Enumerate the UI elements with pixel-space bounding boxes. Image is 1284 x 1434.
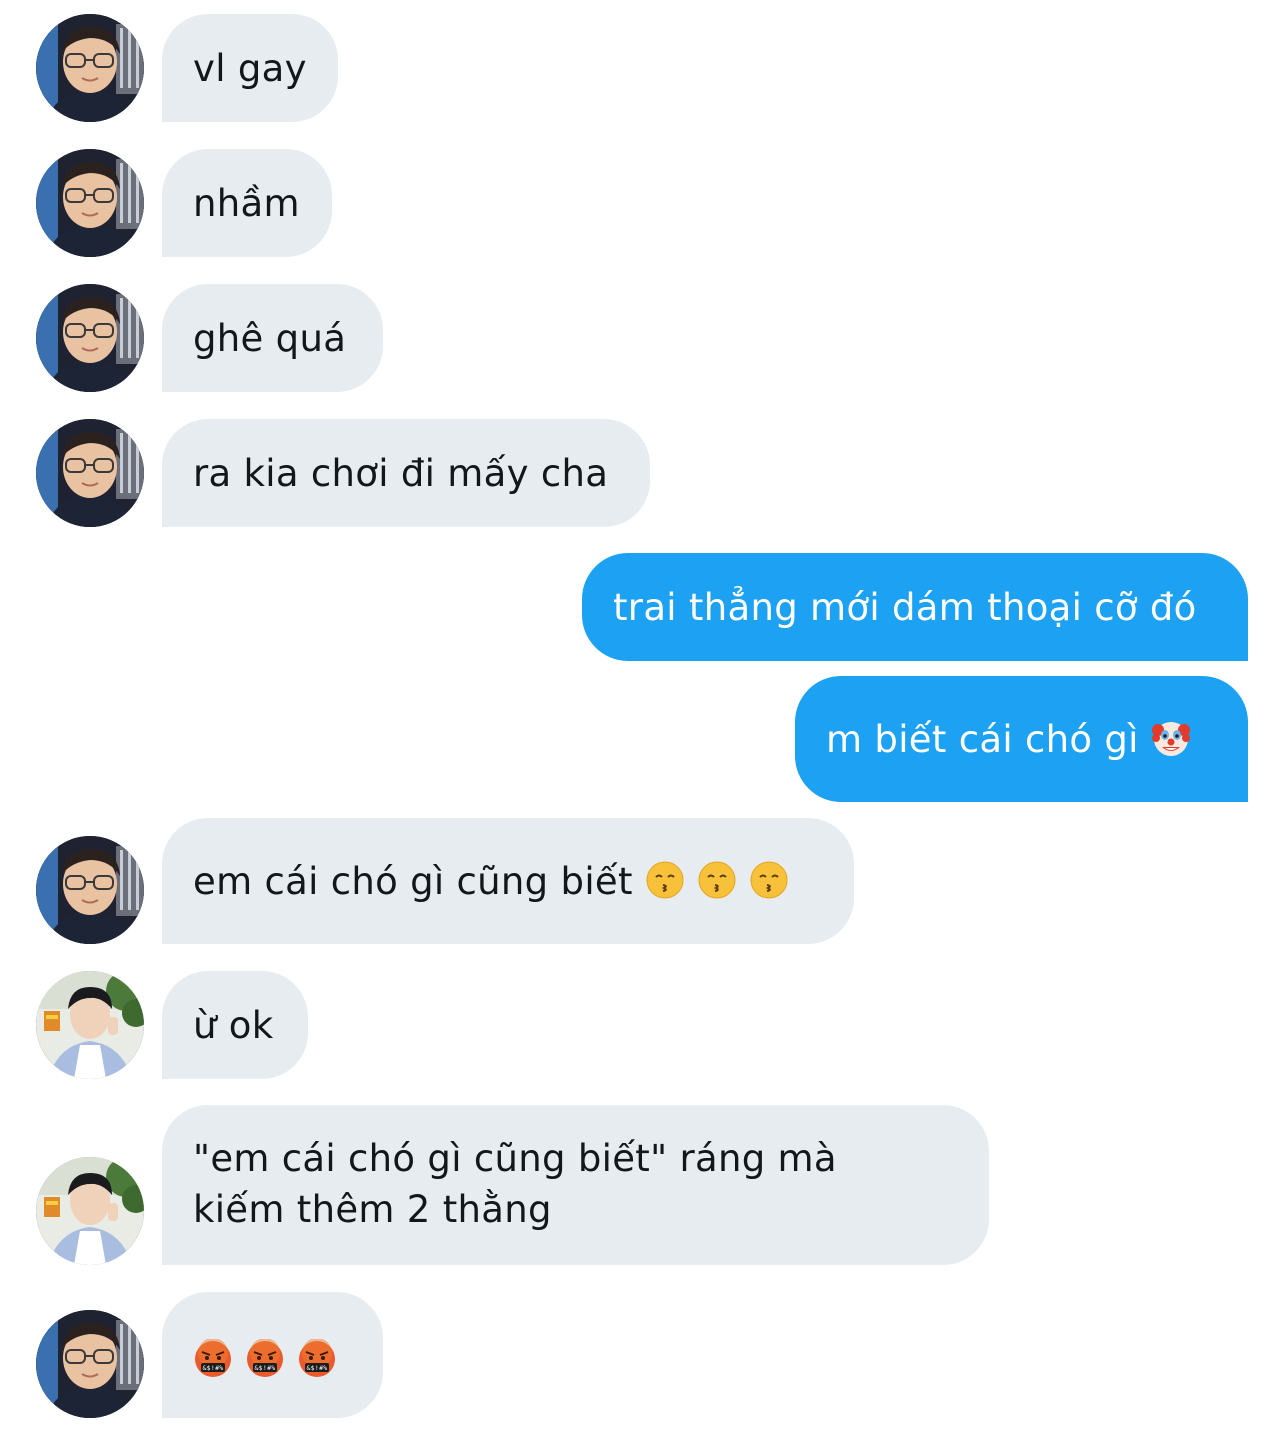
message-bubble-incoming[interactable]: nhầm xyxy=(162,149,332,257)
avatar-image xyxy=(36,1157,144,1265)
message-bubble-incoming[interactable]: ra kia chơi đi mấy cha xyxy=(162,419,650,527)
message-text: vl gay xyxy=(193,47,307,90)
message-text-line: "em cái chó gì cũng biết" ráng mà xyxy=(193,1137,837,1180)
message-bubble-incoming[interactable]: em cái chó gì cũng biết xyxy=(162,818,854,944)
message-bubble-incoming[interactable] xyxy=(162,1292,383,1418)
avatar[interactable] xyxy=(36,419,144,527)
message-bubble-incoming[interactable]: ừ ok xyxy=(162,971,308,1079)
kissing-face-icon xyxy=(749,860,789,900)
message-text: ghê quá xyxy=(193,317,347,360)
message-row: ra kia chơi đi mấy cha xyxy=(0,419,1284,527)
message-bubble-outgoing[interactable]: m biết cái chó gì xyxy=(795,676,1248,802)
message-row: em cái chó gì cũng biết xyxy=(0,818,1284,944)
avatar-image xyxy=(36,149,144,257)
message-row: "em cái chó gì cũng biết" ráng mà kiếm t… xyxy=(0,1105,1284,1265)
avatar[interactable] xyxy=(36,1157,144,1265)
message-text: m biết cái chó gì xyxy=(826,718,1139,761)
avatar-image xyxy=(36,1310,144,1418)
message-row: nhầm xyxy=(0,149,1284,257)
face-with-symbols-icon xyxy=(193,1339,233,1379)
avatar-image xyxy=(36,419,144,527)
message-text-line: kiếm thêm 2 thằng xyxy=(193,1188,552,1231)
message-bubble-incoming[interactable]: vl gay xyxy=(162,14,338,122)
message-text: ừ ok xyxy=(193,1004,274,1047)
clown-face-icon xyxy=(1151,718,1191,758)
message-row: ghê quá xyxy=(0,284,1284,392)
avatar-image xyxy=(36,836,144,944)
kissing-face-icon xyxy=(645,860,685,900)
message-row: trai thẳng mới dám thoại cỡ đó xyxy=(0,553,1284,661)
kissing-face-icon xyxy=(697,860,737,900)
avatar[interactable] xyxy=(36,284,144,392)
message-row: m biết cái chó gì xyxy=(0,676,1284,802)
avatar-image xyxy=(36,14,144,122)
message-text: em cái chó gì cũng biết xyxy=(193,860,633,903)
avatar[interactable] xyxy=(36,149,144,257)
message-text: ra kia chơi đi mấy cha xyxy=(193,452,609,495)
face-with-symbols-icon xyxy=(297,1339,337,1379)
face-with-symbols-icon xyxy=(245,1339,285,1379)
message-text: nhầm xyxy=(193,182,300,225)
message-text: trai thẳng mới dám thoại cỡ đó xyxy=(613,586,1197,629)
avatar[interactable] xyxy=(36,971,144,1079)
message-bubble-outgoing[interactable]: trai thẳng mới dám thoại cỡ đó xyxy=(582,553,1248,661)
avatar[interactable] xyxy=(36,14,144,122)
message-thread: vl gay nhầm ghê quá ra kia chơi đi mấy c… xyxy=(0,0,1284,1434)
message-row: vl gay xyxy=(0,14,1284,122)
avatar-image xyxy=(36,284,144,392)
message-row xyxy=(0,1292,1284,1418)
message-bubble-incoming[interactable]: "em cái chó gì cũng biết" ráng mà kiếm t… xyxy=(162,1105,989,1265)
message-bubble-incoming[interactable]: ghê quá xyxy=(162,284,383,392)
message-row: ừ ok xyxy=(0,971,1284,1079)
avatar-image xyxy=(36,971,144,1079)
avatar[interactable] xyxy=(36,836,144,944)
avatar[interactable] xyxy=(36,1310,144,1418)
